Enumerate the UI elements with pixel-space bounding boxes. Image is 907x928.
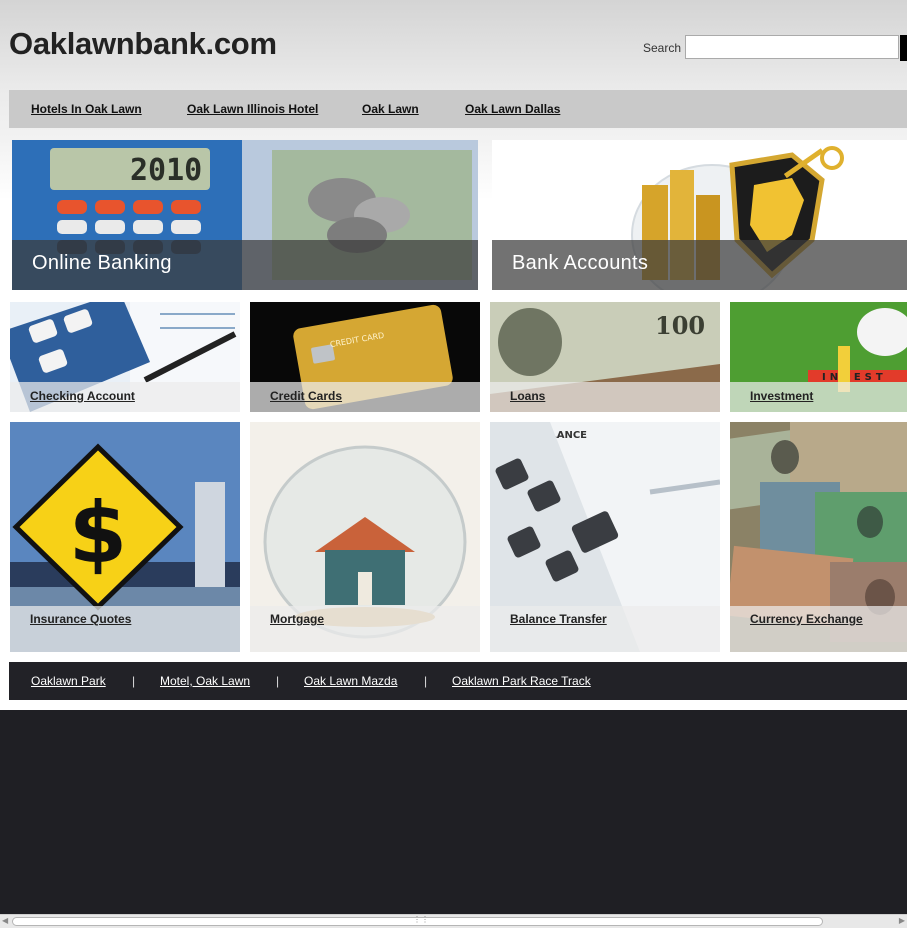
tile-caption-bar: Credit Cards [250,382,480,412]
horizontal-scrollbar[interactable]: ◀ ⋮⋮ ▶ [0,914,907,928]
nav-link-oak-lawn-dallas[interactable]: Oak Lawn Dallas [465,102,560,116]
footer-link-motel-oak-lawn[interactable]: Motel, Oak Lawn [160,674,250,688]
tile-label[interactable]: Investment [750,389,813,403]
scrollbar-thumb[interactable]: ⋮⋮ [12,915,823,926]
tile-mortgage[interactable]: Mortgage [250,422,480,652]
nav-link-oak-lawn[interactable]: Oak Lawn [362,102,419,116]
search-button[interactable] [900,35,907,61]
tile-credit-cards[interactable]: CREDIT CARD Credit Cards [250,302,480,412]
feature-label[interactable]: Bank Accounts [512,252,648,275]
search-input[interactable] [685,35,899,59]
footer-link-bar: Oaklawn Park | Motel, Oak Lawn | Oak Law… [9,662,907,700]
top-nav: Hotels In Oak Lawn Oak Lawn Illinois Hot… [9,90,907,128]
tile-label[interactable]: Balance Transfer [510,612,607,626]
grip-icon: ⋮⋮ [413,915,429,924]
scroll-left-arrow-icon[interactable]: ◀ [2,916,8,925]
footer-link-oak-lawn-mazda[interactable]: Oak Lawn Mazda [304,674,397,688]
search-label: Search [643,41,682,55]
footer-separator: | [132,674,136,688]
footer-separator: | [424,674,428,688]
footer-link-oaklawn-park[interactable]: Oaklawn Park [31,674,106,688]
page-header-area: Oaklawnbank.com Search Hotels In Oak Law… [0,0,907,710]
tile-label[interactable]: Insurance Quotes [30,612,131,626]
footer-link-oaklawn-park-race-track[interactable]: Oaklawn Park Race Track [452,674,591,688]
feature-caption-bar: Online Banking [12,240,478,290]
tile-caption-bar: Investment [730,382,907,412]
tile-caption-bar: Checking Account [10,382,240,412]
tile-caption-bar: Insurance Quotes [10,606,240,652]
tile-caption-bar: Loans [490,382,720,412]
feature-bank-accounts[interactable]: Bank Accounts [492,140,907,290]
tile-investment[interactable]: INVEST Investment [730,302,907,412]
feature-online-banking[interactable]: 2010 Online Banking [12,140,478,290]
tile-insurance-quotes[interactable]: $ Insurance Quotes [10,422,240,652]
tile-label[interactable]: Loans [510,389,545,403]
tile-label[interactable]: Mortgage [270,612,324,626]
nav-link-hotels-in-oak-lawn[interactable]: Hotels In Oak Lawn [31,102,142,116]
dollar-sign-text: $ [69,484,127,582]
tile-balance-transfer[interactable]: BALANCE Balance Transfer [490,422,720,652]
feature-caption-bar: Bank Accounts [492,240,907,290]
tile-label[interactable]: Checking Account [30,389,135,403]
nav-link-oak-lawn-illinois-hotel[interactable]: Oak Lawn Illinois Hotel [187,102,318,116]
site-title[interactable]: Oaklawnbank.com [9,26,277,62]
calculator-display-text: 2010 [130,153,202,188]
tile-label[interactable]: Currency Exchange [750,612,863,626]
tile-caption-bar: Balance Transfer [490,606,720,652]
tile-caption-bar: Currency Exchange [730,606,907,652]
footer-separator: | [276,674,280,688]
tile-currency-exchange[interactable]: Currency Exchange [730,422,907,652]
tile-checking-account[interactable]: Checking Account [10,302,240,412]
tile-caption-bar: Mortgage [250,606,480,652]
tile-loans[interactable]: 100 Loans [490,302,720,412]
scroll-right-arrow-icon[interactable]: ▶ [899,916,905,925]
bill-value-text: 100 [655,311,705,340]
feature-label[interactable]: Online Banking [32,252,172,275]
tile-label[interactable]: Credit Cards [270,389,342,403]
